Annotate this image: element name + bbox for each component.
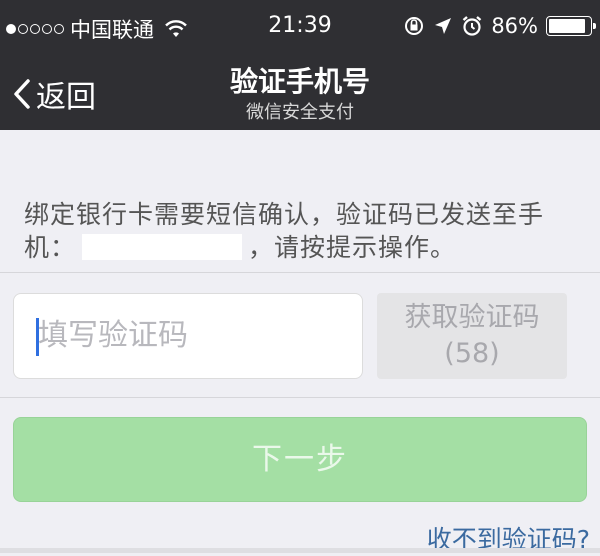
alarm-clock-icon: [463, 16, 482, 36]
location-arrow-icon: [435, 18, 452, 34]
page-subtitle: 微信安全支付: [246, 102, 354, 123]
countdown-timer: (58): [444, 338, 500, 369]
code-input-placeholder: 填写验证码: [38, 318, 188, 353]
next-step-button[interactable]: 下一步: [13, 417, 587, 502]
navigation-bar: 返回 验证手机号 微信安全支付: [0, 56, 600, 130]
page-title: 验证手机号: [229, 65, 370, 98]
bottom-edge: [0, 548, 600, 553]
battery-percentage: 86%: [491, 14, 538, 38]
get-code-button[interactable]: 获取验证码 (58): [377, 293, 567, 379]
status-bar: 中国联通 21:39 86%: [0, 0, 600, 56]
rotation-lock-icon: [405, 17, 424, 35]
verification-code-row: 填写验证码 获取验证码 (58): [0, 273, 600, 397]
get-code-label: 获取验证码: [404, 302, 540, 333]
battery-icon: [546, 16, 596, 36]
divider: [0, 397, 600, 398]
verification-code-input[interactable]: 填写验证码: [13, 293, 363, 379]
masked-phone-number: [82, 234, 243, 260]
verification-description: 绑定银行卡需要短信确认，验证码已发送至手机： ，请按提示操作。: [24, 198, 580, 264]
description-text-part2: ，请按提示操作。: [248, 233, 457, 262]
text-cursor: [36, 318, 39, 356]
